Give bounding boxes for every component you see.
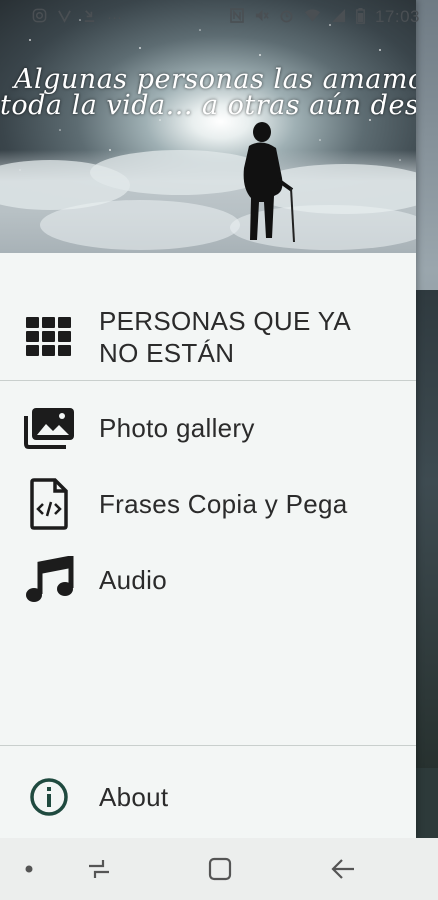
recent-apps-icon[interactable] bbox=[84, 855, 114, 883]
nfc-icon bbox=[230, 8, 244, 26]
menu-item-personas[interactable]: PERSONAS QUE YA NO ESTÁN bbox=[0, 297, 416, 377]
menu-item-label: Frases Copia y Pega bbox=[99, 489, 348, 519]
more-dots-icon: ··· bbox=[107, 8, 122, 26]
menu-item-label: Audio bbox=[99, 565, 167, 595]
menu-item-label: PERSONAS QUE YA NO ESTÁN bbox=[99, 306, 350, 368]
status-left-icons: ··· bbox=[32, 8, 122, 26]
menu-item-label: Photo gallery bbox=[99, 413, 255, 443]
status-right-icons: 17:03 bbox=[230, 7, 420, 27]
photo-library-icon bbox=[22, 401, 76, 455]
menu-item-about[interactable]: About bbox=[0, 768, 416, 826]
background-app-edge bbox=[416, 290, 438, 770]
menu-divider bbox=[0, 380, 416, 381]
alarm-icon bbox=[279, 8, 294, 26]
signal-icon bbox=[331, 8, 346, 26]
dot-indicator-icon[interactable] bbox=[24, 864, 34, 874]
battery-icon bbox=[356, 7, 365, 27]
cloud-layer bbox=[0, 150, 416, 253]
status-time: 17:03 bbox=[374, 7, 420, 26]
header-quote-line2: toda la vida... a otras aún después bbox=[0, 90, 416, 121]
grid-apps-icon bbox=[22, 310, 76, 364]
status-bar: ··· 17:03 bbox=[0, 0, 438, 34]
navigation-drawer: Algunas personas las amamos toda la vida… bbox=[0, 0, 416, 838]
drawer-header-image: Algunas personas las amamos toda la vida… bbox=[0, 0, 416, 253]
menu-item-frases[interactable]: Frases Copia y Pega bbox=[0, 474, 416, 534]
system-navigation-bar bbox=[0, 838, 438, 900]
background-app-edge-bottom bbox=[416, 768, 438, 838]
old-man-silhouette bbox=[243, 122, 295, 243]
download-icon bbox=[82, 8, 97, 26]
menu-item-audio[interactable]: Audio bbox=[0, 550, 416, 610]
back-icon[interactable] bbox=[328, 854, 358, 884]
wifi-icon bbox=[304, 8, 321, 26]
instagram-icon bbox=[32, 8, 47, 26]
menu-item-label: About bbox=[99, 782, 169, 812]
info-icon bbox=[22, 770, 76, 824]
menu-item-photo-gallery[interactable]: Photo gallery bbox=[0, 398, 416, 458]
menu-divider-bottom bbox=[0, 745, 416, 746]
mute-icon bbox=[254, 8, 269, 26]
music-note-icon bbox=[22, 553, 76, 607]
home-icon[interactable] bbox=[205, 854, 235, 884]
code-file-icon bbox=[22, 477, 76, 531]
vpn-icon bbox=[57, 8, 72, 26]
